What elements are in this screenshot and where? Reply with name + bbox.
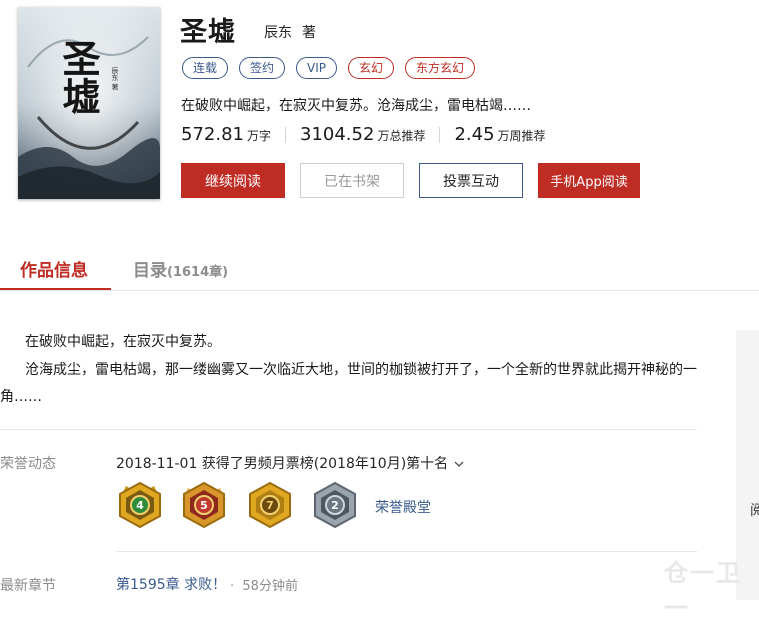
tag-subgenre-eastern-fantasy[interactable]: 东方玄幻 xyxy=(405,57,476,79)
honor-hall-link[interactable]: 荣誉殿堂 xyxy=(375,497,431,517)
description-line-1: 在破败中崛起，在寂灭中复苏。 xyxy=(25,334,221,350)
active-tab-indicator xyxy=(0,288,111,290)
author-suffix: 著 xyxy=(302,25,316,41)
honor-label: 荣誉动态 xyxy=(0,456,56,472)
word-count-value: 572.81 xyxy=(181,124,244,145)
latest-chapter-label: 最新章节 xyxy=(0,578,56,594)
weekly-recommend-value: 2.45 xyxy=(454,124,495,145)
latest-chapter-time: · 58分钟前 xyxy=(230,575,298,594)
description-line-2: 沧海成尘，雷电枯竭，那一缕幽雾又一次临近大地，世间的枷锁被打开了，一个全新的世界… xyxy=(25,362,697,378)
tab-toc-label: 目录 xyxy=(133,261,167,281)
app-read-button[interactable]: 手机App阅读 xyxy=(538,163,640,198)
stat-divider xyxy=(439,126,441,143)
badge-5-number: 5 xyxy=(200,499,208,512)
badge-4-number: 4 xyxy=(136,499,144,512)
separator-dot: · xyxy=(230,579,235,594)
vote-button[interactable]: 投票互动 xyxy=(419,163,523,198)
latest-chapter-link[interactable]: 第1595章 求败！ xyxy=(116,574,226,594)
tab-table-of-contents[interactable]: 目录(1614章) xyxy=(133,256,228,281)
section-divider xyxy=(0,429,697,430)
stat-divider xyxy=(285,126,286,143)
badge-4-icon[interactable]: 4 xyxy=(116,480,164,530)
tab-toc-count: (1614章) xyxy=(167,265,229,280)
weekly-recommend-unit: 万周推荐 xyxy=(497,129,546,143)
book-intro: 在破败中崛起，在寂灭中复苏。沧海成尘，雷电枯竭…… xyxy=(181,98,531,114)
cover-author-text: 辰东 著 xyxy=(111,67,119,91)
continue-reading-button[interactable]: 继续阅读 xyxy=(181,163,285,198)
total-recommend-value: 3104.52 xyxy=(300,124,375,145)
book-cover[interactable]: 圣墟 辰东 著 xyxy=(18,7,160,199)
cover-title-art: 圣墟 xyxy=(56,39,101,115)
author-line: 辰东著 xyxy=(264,22,316,42)
badge-7-number: 7 xyxy=(266,499,274,512)
section-divider xyxy=(116,551,697,552)
tag-signed: 签约 xyxy=(239,57,286,79)
watermark: 仓一卫一 xyxy=(664,559,742,622)
sidebar-text: 阅 xyxy=(750,503,759,519)
tag-list: 连载 签约 VIP 玄幻 东方玄幻 xyxy=(182,57,486,79)
update-time: 58分钟前 xyxy=(242,579,298,594)
book-title: 圣墟 xyxy=(180,17,236,48)
tab-book-info[interactable]: 作品信息 xyxy=(20,256,88,281)
badge-2-number: 2 xyxy=(331,499,339,512)
on-shelf-button[interactable]: 已在书架 xyxy=(300,163,404,198)
badge-5-icon[interactable]: 5 xyxy=(180,480,228,530)
tag-serializing: 连载 xyxy=(182,57,229,79)
tab-bar: 作品信息 目录(1614章) xyxy=(0,248,759,291)
description-line-3: 角…… xyxy=(0,389,42,405)
honor-dropdown[interactable]: 2018-11-01 获得了男频月票榜(2018年10月)第十名 xyxy=(116,453,464,473)
tag-genre-fantasy[interactable]: 玄幻 xyxy=(348,57,395,79)
author-name[interactable]: 辰东 xyxy=(264,25,292,41)
honor-text: 2018-11-01 获得了男频月票榜(2018年10月)第十名 xyxy=(116,456,449,472)
badge-2-icon[interactable]: 2 xyxy=(311,480,359,530)
chevron-down-icon xyxy=(454,460,464,471)
badge-7-icon[interactable]: 7 xyxy=(246,480,294,530)
total-recommend-unit: 万总推荐 xyxy=(377,129,426,143)
tag-vip: VIP xyxy=(296,57,338,79)
word-count-unit: 万字 xyxy=(246,129,271,143)
book-stats: 572.81 万字 3104.52 万总推荐 2.45 万周推荐 xyxy=(181,124,546,145)
